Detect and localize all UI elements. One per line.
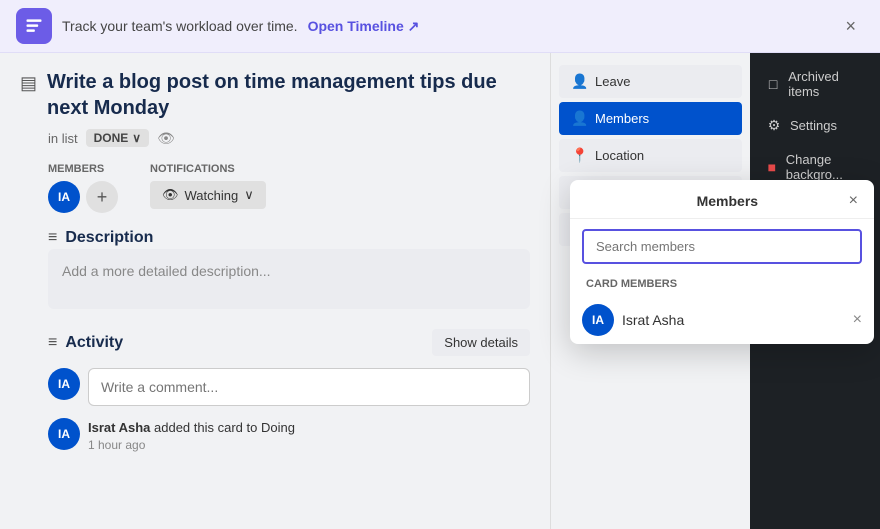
top-banner: Track your team's workload over time. Op… — [0, 0, 880, 53]
banner-icon — [16, 8, 52, 44]
archived-label: Archived items — [788, 69, 864, 99]
activity-title: Activity — [65, 334, 123, 352]
members-btn-label: Members — [595, 111, 649, 126]
archived-items-item[interactable]: □ Archived items — [758, 61, 872, 107]
archived-icon: □ — [766, 76, 780, 92]
card-list-row: in list DONE ∨ 👁 — [48, 129, 530, 147]
members-section: Members IA + — [48, 163, 118, 213]
description-header: ≡ Description — [48, 229, 530, 247]
description-title: Description — [65, 229, 153, 247]
activity-avatar: IA — [48, 418, 80, 450]
activity-area: ≡ Activity Show details IA IA Israt Asha… — [48, 329, 530, 452]
banner-close-button[interactable]: × — [837, 12, 864, 41]
watching-label: Watching — [185, 188, 239, 203]
eye-icon: 👁 — [162, 187, 179, 203]
add-member-button[interactable]: + — [86, 181, 118, 213]
done-badge[interactable]: DONE ∨ — [86, 129, 149, 147]
settings-label: Settings — [790, 118, 837, 133]
popup-title: Members — [606, 193, 849, 209]
popup-member-row: IA Israt Asha × — [570, 296, 874, 344]
activity-timestamp: 1 hour ago — [88, 438, 295, 452]
activity-log-text: Israt Asha added this card to Doing 1 ho… — [88, 418, 295, 452]
leave-icon: 👤 — [571, 73, 587, 90]
watch-icon[interactable]: 👁 — [157, 130, 175, 147]
leave-button[interactable]: 👤 Leave — [559, 65, 742, 98]
popup-remove-button[interactable]: × — [853, 311, 862, 329]
settings-icon: ⚙ — [766, 117, 782, 134]
settings-item[interactable]: ⚙ Settings — [758, 109, 872, 142]
meta-row: Members IA + Notifications 👁 Watching ∨ — [48, 163, 530, 213]
popup-avatar: IA — [582, 304, 614, 336]
members-popup: Members × Card members IA Israt Asha × — [570, 180, 874, 344]
banner-text: Track your team's workload over time. — [62, 18, 298, 34]
banner-content: Track your team's workload over time. Op… — [16, 8, 419, 44]
popup-member-left: IA Israt Asha — [582, 304, 684, 336]
members-icon: 👤 — [571, 110, 587, 127]
chevron-down-icon: ∨ — [132, 131, 141, 145]
card-title-row: ▤ Write a blog post on time management t… — [20, 69, 530, 121]
description-section: Add a more detailed description... — [48, 249, 530, 309]
card-modal: ▤ Write a blog post on time management t… — [0, 53, 550, 529]
popup-member-name: Israt Asha — [622, 312, 684, 328]
leave-label: Leave — [595, 74, 630, 89]
change-bg-label: Change backgro... — [786, 152, 864, 182]
watching-button[interactable]: 👁 Watching ∨ — [150, 181, 266, 209]
activity-icon: ≡ — [48, 334, 57, 352]
comment-row: IA — [48, 368, 530, 406]
location-icon: 📍 — [571, 147, 587, 164]
members-row: IA + — [48, 181, 118, 213]
description-box[interactable]: Add a more detailed description... — [48, 249, 530, 309]
activity-description: Israt Asha added this card to Doing — [88, 418, 295, 438]
comment-avatar: IA — [48, 368, 80, 400]
activity-header: ≡ Activity Show details — [48, 329, 530, 356]
activity-log-row: IA Israt Asha added this card to Doing 1… — [48, 418, 530, 452]
open-timeline-link[interactable]: Open Timeline ↗ — [308, 18, 420, 35]
location-label: Location — [595, 148, 644, 163]
members-label: Members — [48, 163, 118, 175]
avatar[interactable]: IA — [48, 181, 80, 213]
chevron-icon: ∨ — [244, 187, 254, 203]
in-list-label: in list — [48, 131, 78, 146]
location-button[interactable]: 📍 Location — [559, 139, 742, 172]
card-members-label: Card members — [570, 274, 874, 296]
card-title: Write a blog post on time management tip… — [47, 69, 530, 121]
comment-input[interactable] — [88, 368, 530, 406]
color-dot: ■ — [766, 159, 778, 175]
activity-header-left: ≡ Activity — [48, 334, 123, 352]
card-title-icon: ▤ — [20, 73, 37, 94]
show-details-button[interactable]: Show details — [432, 329, 530, 356]
popup-header: Members × — [570, 180, 874, 219]
notifications-label: Notifications — [150, 163, 266, 175]
popup-close-button[interactable]: × — [849, 192, 858, 210]
notifications-section: Notifications 👁 Watching ∨ — [150, 163, 266, 213]
member-search-input[interactable] — [582, 229, 862, 264]
members-button[interactable]: 👤 Members — [559, 102, 742, 135]
description-icon: ≡ — [48, 229, 57, 247]
